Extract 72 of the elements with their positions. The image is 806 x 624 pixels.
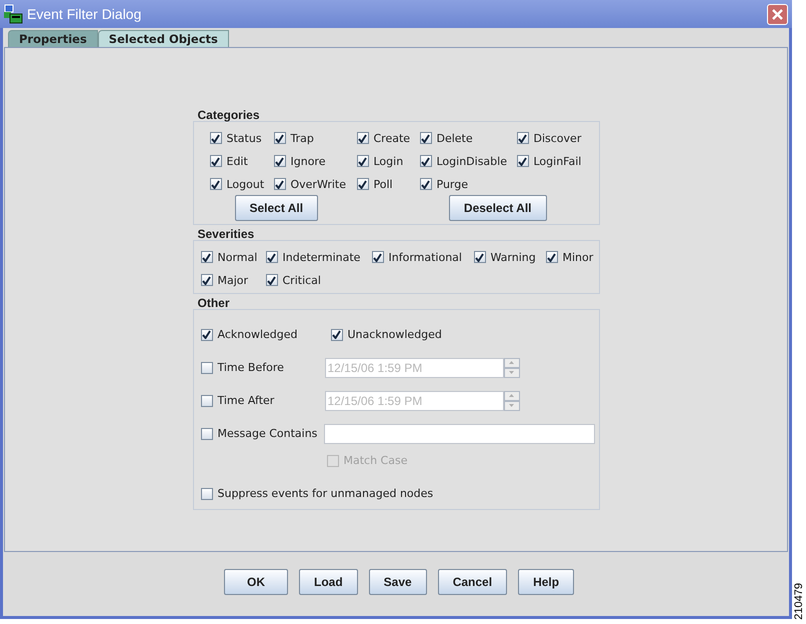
checkbox[interactable]: Purge: [420, 176, 516, 192]
checkbox[interactable]: Critical: [266, 272, 372, 288]
app-icon: [3, 4, 23, 24]
checkbox[interactable]: Create: [356, 130, 420, 146]
checkbox[interactable]: Message Contains: [200, 426, 324, 442]
check-icon: [202, 330, 211, 339]
window-title: Event Filter Dialog: [27, 6, 142, 22]
check-icon: [421, 134, 430, 142]
check-icon: [358, 134, 367, 142]
checkbox[interactable]: LoginFail: [516, 153, 596, 169]
button[interactable]: Help: [518, 569, 574, 595]
check-icon: [275, 180, 284, 188]
check-icon: [518, 134, 527, 142]
up-arrow-icon: [509, 361, 514, 364]
checkbox[interactable]: Minor: [546, 249, 602, 265]
tab[interactable]: Properties: [8, 30, 98, 47]
check-icon: [275, 156, 284, 166]
checkbox[interactable]: Discover: [516, 130, 596, 146]
down-arrow-icon: [509, 404, 514, 407]
checkbox[interactable]: LoginDisable: [420, 153, 516, 169]
check-icon: [211, 180, 220, 188]
check-icon: [518, 156, 527, 166]
group-title: Other: [196, 296, 231, 309]
close-icon: [771, 8, 784, 20]
button[interactable]: Cancel: [438, 569, 508, 595]
checkbox[interactable]: Poll: [356, 176, 420, 192]
check-icon: [358, 180, 367, 188]
check-icon: [475, 252, 484, 262]
checkbox[interactable]: Login: [356, 153, 420, 169]
spinner-up-button[interactable]: [504, 390, 520, 400]
check-icon: [332, 330, 341, 339]
button[interactable]: Select All: [234, 195, 318, 221]
checkbox[interactable]: OverWrite: [274, 176, 356, 192]
check-icon: [211, 134, 220, 142]
checkbox[interactable]: Major: [200, 272, 266, 288]
button[interactable]: OK: [224, 569, 288, 595]
close-button[interactable]: [767, 4, 788, 24]
check-icon: [421, 156, 430, 166]
checkbox[interactable]: Informational: [372, 249, 474, 265]
checkbox[interactable]: Acknowledged: [200, 326, 324, 342]
checkbox[interactable]: Indeterminate: [266, 249, 372, 265]
checkbox[interactable]: Normal: [200, 249, 266, 265]
down-arrow-icon: [509, 371, 514, 374]
check-icon: [202, 276, 211, 284]
check-icon: [202, 252, 211, 262]
figure-number: 210479: [793, 583, 805, 620]
checkbox[interactable]: Trap: [274, 130, 356, 146]
checkbox[interactable]: Ignore: [274, 153, 356, 169]
check-icon: [373, 252, 382, 262]
check-icon: [421, 180, 430, 188]
check-icon: [547, 252, 556, 262]
check-icon: [358, 156, 367, 166]
up-arrow-icon: [509, 394, 514, 397]
button[interactable]: Save: [368, 569, 427, 595]
tab[interactable]: Selected Objects: [98, 30, 229, 47]
check-icon: [267, 252, 276, 262]
checkbox[interactable]: Warning: [474, 249, 546, 265]
check-icon: [211, 156, 220, 166]
checkbox[interactable]: Unacknowledged: [330, 326, 442, 342]
spinner-up-button[interactable]: [504, 358, 520, 368]
checkbox[interactable]: Delete: [420, 130, 516, 146]
check-icon: [267, 276, 276, 284]
checkbox[interactable]: Edit: [210, 153, 274, 169]
button[interactable]: Deselect All: [448, 195, 546, 221]
checkbox[interactable]: Logout: [210, 176, 274, 192]
group-title: Severities: [196, 227, 256, 240]
group-title: Categories: [196, 108, 261, 121]
checkbox[interactable]: Status: [210, 130, 274, 146]
button[interactable]: Load: [299, 569, 358, 595]
text-field[interactable]: [324, 424, 594, 444]
checkbox[interactable]: Suppress events for unmanaged nodes: [200, 486, 434, 502]
check-icon: [275, 134, 284, 142]
